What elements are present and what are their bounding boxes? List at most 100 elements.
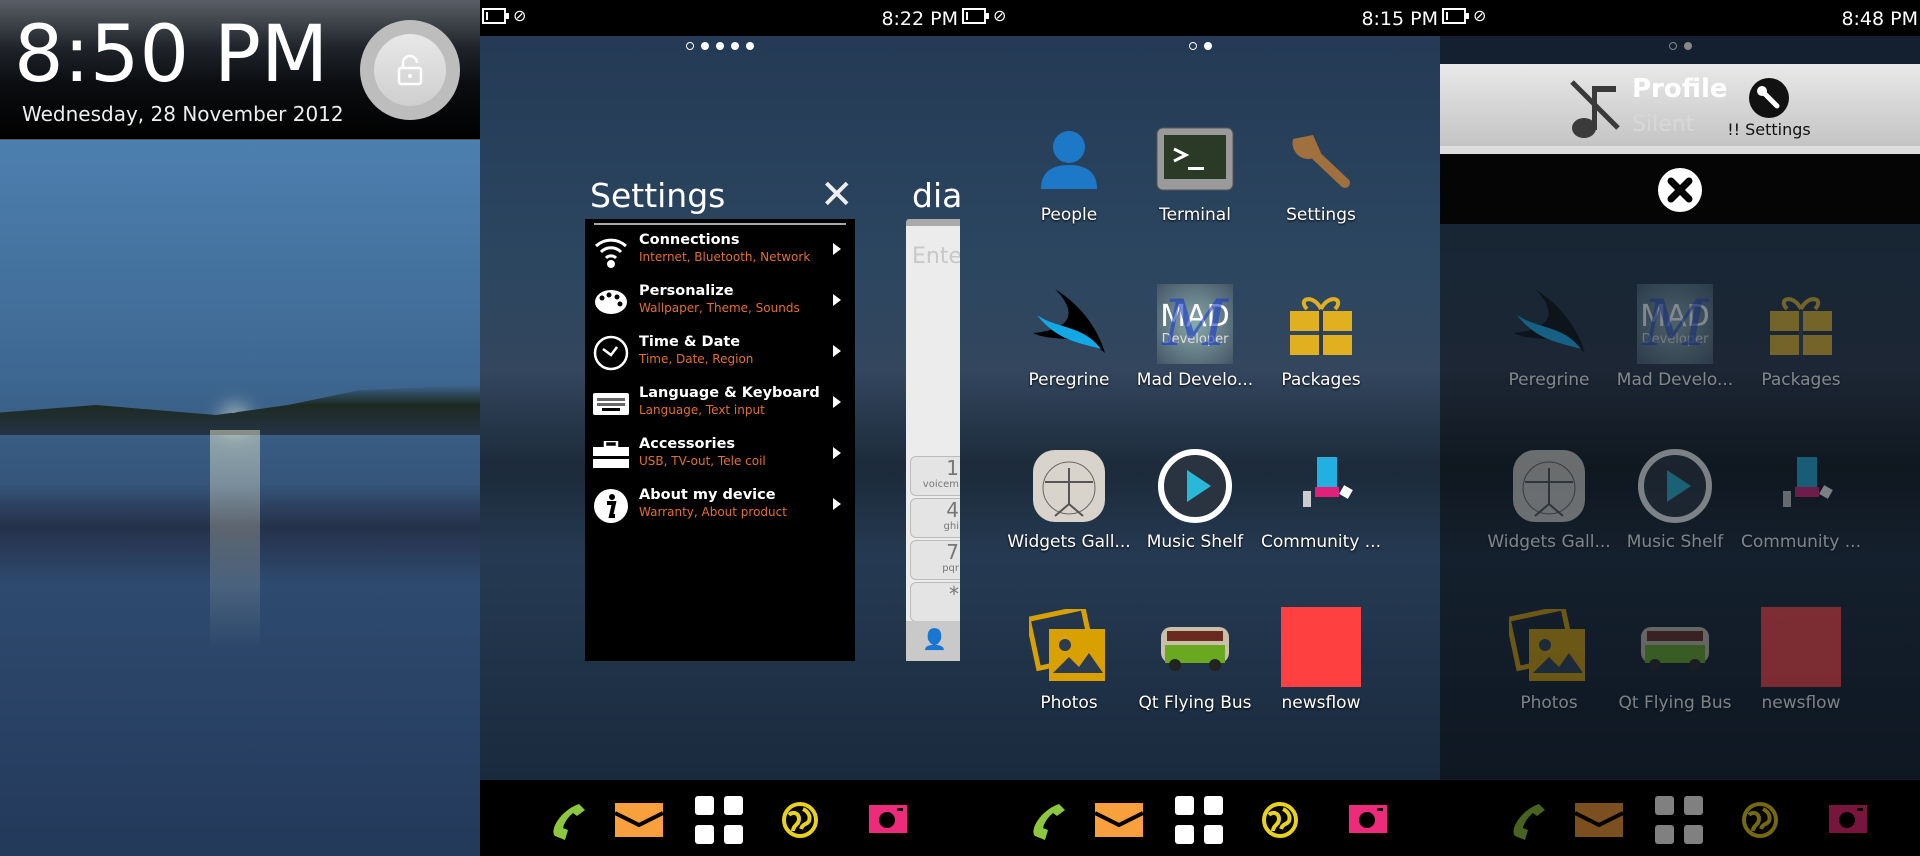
phone-dock-button[interactable] bbox=[1503, 798, 1551, 846]
page-dot[interactable] bbox=[701, 42, 709, 50]
settings-item-about[interactable]: About my device Warranty, About product bbox=[585, 480, 855, 531]
settings-shortcut[interactable]: !! Settings bbox=[1724, 78, 1814, 139]
app-peregrine[interactable]: Peregrine bbox=[1486, 284, 1612, 390]
dial-key-1[interactable]: 1 voicem bbox=[910, 456, 960, 496]
unlock-button[interactable] bbox=[360, 20, 460, 120]
settings-item-accessories[interactable]: Accessories USB, TV-out, Tele coil bbox=[585, 429, 855, 480]
app-grid-dock-button[interactable] bbox=[695, 796, 743, 846]
play-icon bbox=[1635, 446, 1715, 526]
dialer-number-input[interactable]: Ente bbox=[912, 244, 960, 269]
dialer-card[interactable]: Ente 1 voicem 4 ghi 7 pqr * 👤 bbox=[906, 219, 960, 661]
app-mad-develo[interactable]: MAD Developer M Mad Develo... bbox=[1612, 284, 1738, 390]
settings-item-time-date[interactable]: Time & Date Time, Date, Region bbox=[585, 327, 855, 378]
browser-globe-icon bbox=[1741, 801, 1779, 843]
page-dot[interactable] bbox=[1683, 42, 1692, 50]
settings-item-connections[interactable]: Connections Internet, Bluetooth, Network bbox=[585, 225, 855, 276]
page-dot[interactable] bbox=[1203, 42, 1212, 50]
settings-screen: ⊘ 8:22 PM Settings ✕ Connections Internet… bbox=[480, 0, 960, 856]
clock-icon bbox=[593, 335, 629, 371]
photos-icon bbox=[1029, 607, 1109, 687]
camera-icon bbox=[1349, 805, 1387, 839]
wifi-icon bbox=[593, 233, 629, 269]
app-grid-icon bbox=[1655, 796, 1703, 848]
app-grid-dock-button[interactable] bbox=[1655, 796, 1703, 848]
dialer-title: dial bbox=[912, 176, 960, 215]
settings-item-language-keyboard[interactable]: Language & Keyboard Language, Text input bbox=[585, 378, 855, 429]
app-music-shelf[interactable]: Music Shelf bbox=[1132, 446, 1258, 552]
chevron-right-icon bbox=[833, 447, 841, 459]
camera-icon bbox=[869, 805, 907, 839]
photos-icon bbox=[1509, 607, 1589, 687]
mail-dock-button[interactable] bbox=[1574, 798, 1624, 846]
battery-icon bbox=[482, 8, 509, 24]
page-dot[interactable] bbox=[746, 42, 754, 50]
battery-icon bbox=[1442, 8, 1469, 24]
app-photos[interactable]: Photos bbox=[1006, 607, 1132, 713]
app-community[interactable]: Community ... bbox=[1258, 446, 1384, 552]
dock bbox=[1440, 780, 1920, 856]
browser-globe-dock-button[interactable] bbox=[776, 798, 824, 846]
status-bar: ⊘ 8:22 PM bbox=[480, 0, 960, 36]
browser-globe-icon bbox=[1261, 801, 1299, 843]
page-indicator bbox=[1440, 42, 1920, 50]
app-photos[interactable]: Photos bbox=[1486, 607, 1612, 713]
dial-key-4[interactable]: 4 ghi bbox=[910, 498, 960, 538]
app-grid-icon bbox=[1175, 796, 1223, 848]
chevron-right-icon bbox=[833, 396, 841, 408]
status-bar: ⊘ 8:48 PM bbox=[1440, 0, 1920, 36]
app-mad-develo[interactable]: MAD Developer M Mad Develo... bbox=[1132, 284, 1258, 390]
no-signal-icon: ⊘ bbox=[993, 6, 1007, 25]
mail-dock-button[interactable] bbox=[614, 798, 664, 846]
app-people[interactable]: People bbox=[1006, 119, 1132, 225]
app-music-shelf[interactable]: Music Shelf bbox=[1612, 446, 1738, 552]
page-dot[interactable] bbox=[1668, 42, 1677, 50]
phone-dock-button[interactable] bbox=[543, 798, 591, 846]
mail-icon bbox=[614, 803, 664, 841]
page-dot[interactable] bbox=[731, 42, 739, 50]
dial-key-7[interactable]: 7 pqr bbox=[910, 540, 960, 580]
browser-globe-dock-button[interactable] bbox=[1736, 798, 1784, 846]
dock bbox=[480, 780, 960, 856]
mail-icon bbox=[1574, 803, 1624, 841]
peregrine-icon bbox=[1509, 284, 1589, 364]
phone-dock-button[interactable] bbox=[1023, 798, 1071, 846]
app-community[interactable]: Community ... bbox=[1738, 446, 1864, 552]
mail-dock-button[interactable] bbox=[1094, 798, 1144, 846]
app-qt-flying-bus[interactable]: Qt Flying Bus bbox=[1132, 607, 1258, 713]
browser-globe-dock-button[interactable] bbox=[1256, 798, 1304, 846]
mad-developer-icon: MAD Developer M bbox=[1635, 284, 1715, 364]
camera-dock-button[interactable] bbox=[1344, 798, 1392, 846]
app-newsflow[interactable]: newsflow bbox=[1738, 607, 1864, 713]
app-peregrine[interactable]: Peregrine bbox=[1006, 284, 1132, 390]
chevron-right-icon bbox=[833, 345, 841, 357]
page-dot[interactable] bbox=[686, 42, 694, 50]
add-contact-icon[interactable]: 👤 bbox=[906, 621, 960, 661]
app-widgets-gall[interactable]: Widgets Gall... bbox=[1006, 446, 1132, 552]
app-qt-flying-bus[interactable]: Qt Flying Bus bbox=[1612, 607, 1738, 713]
chevron-right-icon bbox=[833, 498, 841, 510]
app-terminal[interactable]: Terminal bbox=[1132, 119, 1258, 225]
camera-dock-button[interactable] bbox=[1824, 798, 1872, 846]
dial-key-star[interactable]: * bbox=[910, 582, 960, 622]
close-icon[interactable]: ✕ bbox=[820, 172, 854, 218]
page-dot[interactable] bbox=[1188, 42, 1197, 50]
app-newsflow[interactable]: newsflow bbox=[1258, 607, 1384, 713]
profile-label: Profile bbox=[1632, 74, 1728, 104]
close-icon[interactable] bbox=[1658, 168, 1702, 212]
palette-icon bbox=[593, 284, 629, 320]
settings-item-personalize[interactable]: Personalize Wallpaper, Theme, Sounds bbox=[585, 276, 855, 327]
silent-music-icon bbox=[1570, 80, 1620, 138]
terminal-icon bbox=[1155, 119, 1235, 199]
gift-icon bbox=[1281, 284, 1361, 364]
app-packages[interactable]: Packages bbox=[1738, 284, 1864, 390]
app-settings[interactable]: Settings bbox=[1258, 119, 1384, 225]
app-grid-dock-button[interactable] bbox=[1175, 796, 1223, 848]
profile-switch[interactable]: Profile Silent bbox=[1570, 74, 1728, 142]
page-indicator bbox=[960, 42, 1440, 50]
app-packages[interactable]: Packages bbox=[1258, 284, 1384, 390]
camera-dock-button[interactable] bbox=[864, 798, 912, 846]
app-widgets-gall[interactable]: Widgets Gall... bbox=[1486, 446, 1612, 552]
vitruvian-icon bbox=[1509, 446, 1589, 526]
page-dot[interactable] bbox=[716, 42, 724, 50]
community-icon bbox=[1761, 446, 1841, 526]
